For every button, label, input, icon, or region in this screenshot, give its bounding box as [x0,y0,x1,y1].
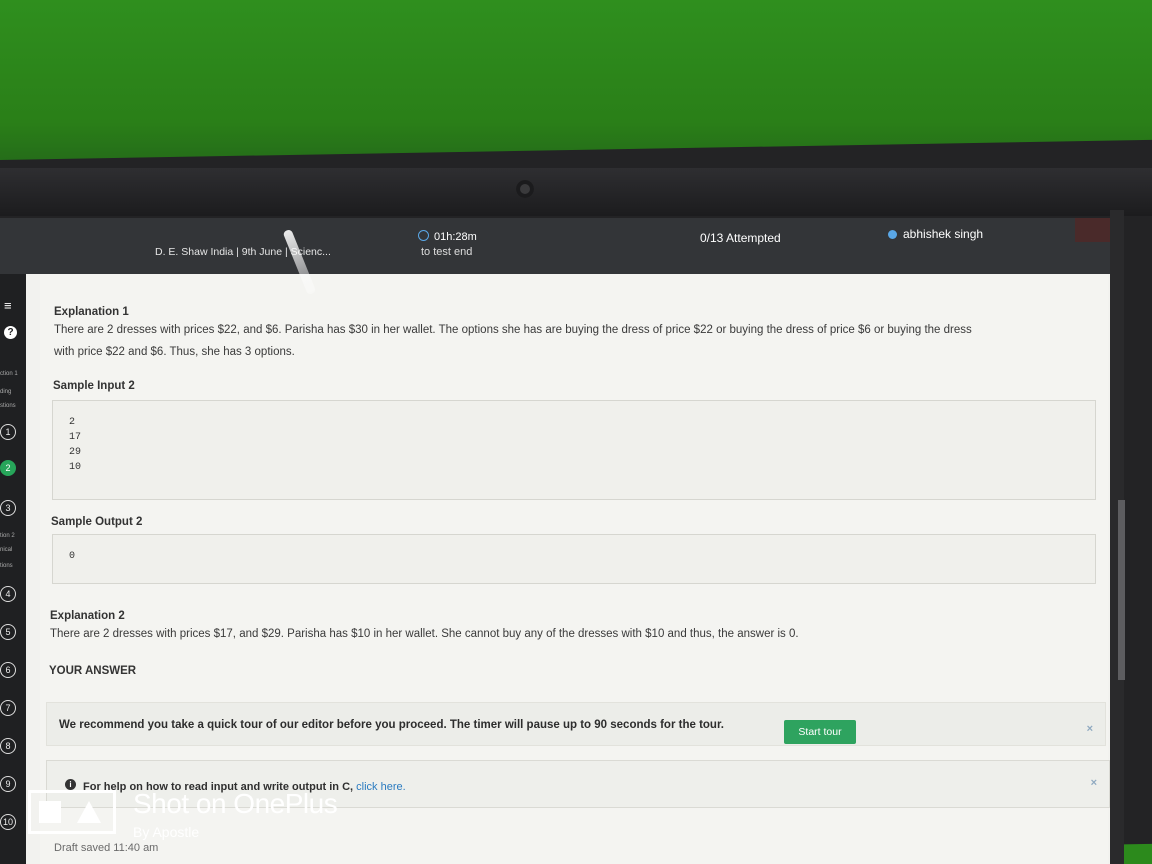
breadcrumb[interactable]: D. E. Shaw India | 9th June | Scienc... [155,246,331,258]
logo-triangle [77,801,101,823]
explanation-1-text-cont: with price $22 and $6. Thus, she has 3 o… [54,346,295,358]
webcam-icon [516,180,534,198]
clock-icon [418,230,429,241]
draft-status: Draft saved 11:40 am [54,842,159,854]
sidebar: ≡ ? ction 1 ding stions 1 2 3 tion 2 nic… [0,274,26,864]
explanation-2-title: Explanation 2 [50,610,125,622]
top-bar: D. E. Shaw India | 9th June | Scienc... … [0,218,1110,274]
explanation-2-text: There are 2 dresses with prices $17, and… [50,628,799,640]
section-2-sub2: tions [0,563,13,569]
menu-icon[interactable]: ≡ [4,298,12,313]
question-nav-5[interactable]: 5 [0,624,16,640]
question-nav-4[interactable]: 4 [0,586,16,602]
input-line: 29 [69,447,82,458]
timer-value: 01h:28m [434,231,477,243]
timer-subtitle: to test end [421,246,473,258]
sample-input-2-box: 2 17 29 10 [52,400,1096,500]
start-tour-button[interactable]: Start tour [784,720,856,744]
your-answer-label: YOUR ANSWER [49,665,137,677]
user-icon [888,230,897,239]
section-2-sub: nical [0,547,13,553]
output-line: 0 [69,551,76,562]
section-1-sub2: stions [0,403,16,409]
help-icon[interactable]: ? [4,326,17,339]
user-name: abhishek singh [903,227,984,241]
question-nav-6[interactable]: 6 [0,662,16,678]
question-nav-8[interactable]: 8 [0,738,16,754]
logo-square [39,801,61,823]
info-icon: i [65,779,76,790]
watermark-title: Shot on OnePlus [133,788,338,819]
scrollbar-thumb[interactable] [1118,500,1125,680]
question-nav-10[interactable]: 10 [0,814,16,830]
corner-block [1075,218,1110,242]
attempted-count: 0/13 Attempted [700,231,781,245]
question-nav-2[interactable]: 2 [0,460,16,476]
section-1-sub: ding [0,389,12,395]
question-nav-3[interactable]: 3 [0,500,16,516]
help-link[interactable]: click here. [356,781,406,793]
timer: 01h:28m [418,230,477,243]
screen: D. E. Shaw India | 9th June | Scienc... … [0,218,1110,864]
section-1-label[interactable]: ction 1 [0,370,18,378]
tour-message: We recommend you take a quick tour of ou… [59,719,724,731]
laptop-bezel-top [0,168,1152,216]
close-help-icon[interactable]: × [1091,777,1097,789]
sample-output-2-box: 0 [52,534,1096,584]
sample-output-2-title: Sample Output 2 [51,516,143,528]
close-tour-icon[interactable]: × [1087,723,1093,735]
watermark-subtitle: By Apostle [133,824,200,840]
question-nav-7[interactable]: 7 [0,700,16,716]
explanation-1-title: Explanation 1 [54,306,129,318]
oneplus-logo [28,790,116,834]
tour-banner: We recommend you take a quick tour of ou… [46,702,1106,746]
explanation-1-text: There are 2 dresses with prices $22, and… [54,324,972,336]
question-nav-1[interactable]: 1 [0,424,16,440]
section-2-label[interactable]: tion 2 [0,532,15,540]
question-nav-9[interactable]: 9 [0,776,16,792]
sample-input-2-title: Sample Input 2 [53,380,135,392]
input-line: 17 [69,432,82,443]
input-line: 2 [69,417,76,428]
user-menu[interactable]: abhishek singh [888,227,983,241]
input-line: 10 [69,462,82,473]
question-content: Explanation 1 There are 2 dresses with p… [40,274,1110,864]
